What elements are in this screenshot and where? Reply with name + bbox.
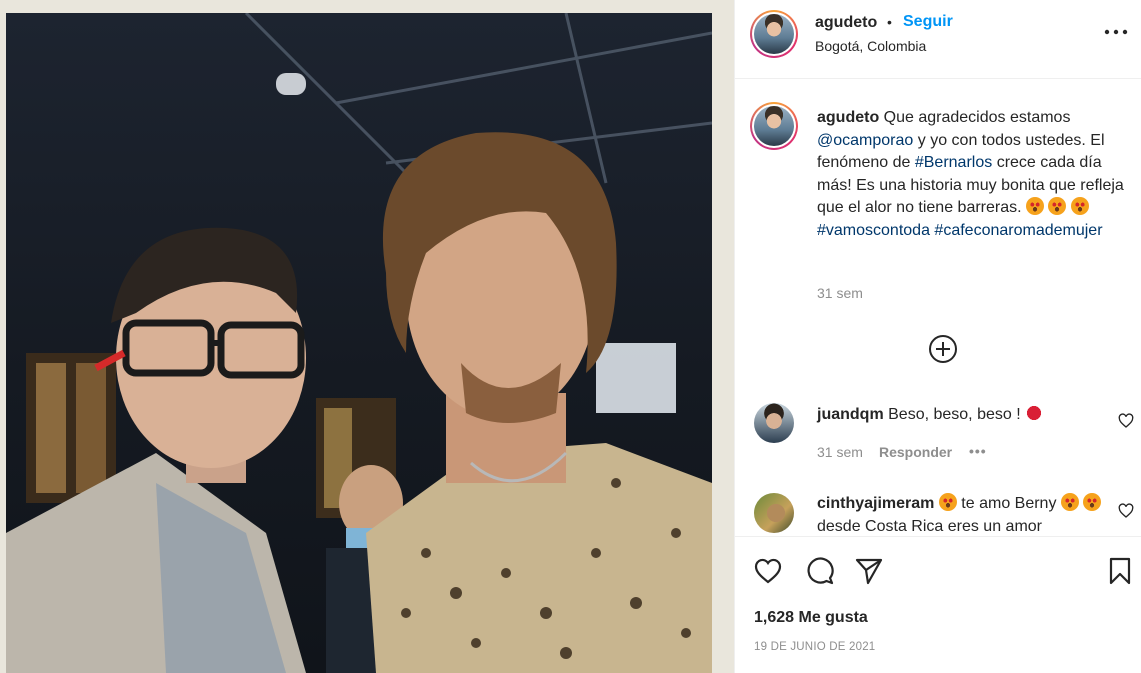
post-photo[interactable]	[6, 13, 712, 673]
comment-text: te amo Berny	[961, 495, 1057, 512]
cat-heart-eyes-emoji-icon	[1026, 197, 1045, 216]
comment-username[interactable]: juandqm	[817, 406, 884, 423]
author-avatar[interactable]	[750, 10, 798, 58]
heart-eyes-emoji-icon	[1060, 493, 1079, 511]
caption-hashtag-vamoscontoda[interactable]: #vamoscontoda	[817, 222, 930, 239]
heart-icon[interactable]	[753, 556, 783, 586]
comment-item: cinthyajimeram te amo Berny desde Costa …	[817, 492, 1107, 536]
caption-username[interactable]: agudeto	[817, 109, 879, 126]
heart-eyes-emoji-icon	[938, 493, 957, 511]
separator-dot: •	[887, 14, 892, 30]
caption-mention[interactable]: @ocamporao	[817, 132, 913, 149]
post-media-pane	[0, 0, 735, 673]
post-date[interactable]: 19 DE JUNIO DE 2021	[754, 641, 875, 653]
ceiling-sensor	[276, 73, 306, 95]
comment-icon[interactable]	[805, 556, 835, 586]
caption-text-1: Que agradecidos estamos	[883, 109, 1071, 126]
comment-timestamp[interactable]: 31 sem	[817, 444, 863, 460]
commenter-avatar[interactable]	[754, 493, 794, 533]
kiss-mark-emoji-icon	[1025, 404, 1044, 422]
post-location[interactable]: Bogotá, Colombia	[815, 38, 926, 54]
cat-heart-eyes-emoji-icon	[1070, 197, 1089, 216]
comment-like-heart-icon[interactable]	[1118, 413, 1134, 429]
caption-timestamp[interactable]: 31 sem	[817, 285, 863, 301]
comment-text: Beso, beso, beso !	[888, 406, 1021, 423]
comment-username[interactable]: cinthyajimeram	[817, 495, 934, 512]
post-header: agudeto • Seguir Bogotá, Colombia	[735, 0, 1141, 79]
author-username[interactable]: agudeto	[815, 14, 877, 32]
post-caption: agudeto Que agradecidos estamos @ocampor…	[817, 107, 1131, 243]
like-count[interactable]: 1,628 Me gusta	[754, 609, 868, 627]
cat-heart-eyes-emoji-icon	[1048, 197, 1067, 216]
comment-text-continued: desde Costa Rica eres un amor	[817, 518, 1042, 535]
post-photo-illustration	[6, 13, 712, 673]
post-side-panel: agudeto • Seguir Bogotá, Colombia agudet…	[735, 0, 1141, 673]
more-horizontal-icon[interactable]	[1101, 20, 1131, 44]
caption-hashtag-bernarlos[interactable]: #Bernarlos	[915, 154, 992, 171]
comment-item: juandqm Beso, beso, beso !	[817, 403, 1107, 426]
paper-plane-icon[interactable]	[854, 556, 884, 586]
follow-button[interactable]: Seguir	[903, 13, 953, 31]
commenter-avatar[interactable]	[754, 403, 794, 443]
caption-hashtag-cafeconaromademujer[interactable]: #cafeconaromademujer	[934, 222, 1102, 239]
caption-author-avatar[interactable]	[750, 102, 798, 150]
comment-options-icon[interactable]: •••	[969, 443, 987, 459]
plus-circle-icon[interactable]	[927, 333, 959, 365]
post-actions-bar: 1,628 Me gusta 19 DE JUNIO DE 2021	[735, 536, 1141, 673]
bookmark-icon[interactable]	[1105, 556, 1135, 586]
comment-like-heart-icon[interactable]	[1118, 503, 1134, 519]
reply-button[interactable]: Responder	[879, 444, 952, 460]
heart-eyes-emoji-icon	[1083, 493, 1102, 511]
